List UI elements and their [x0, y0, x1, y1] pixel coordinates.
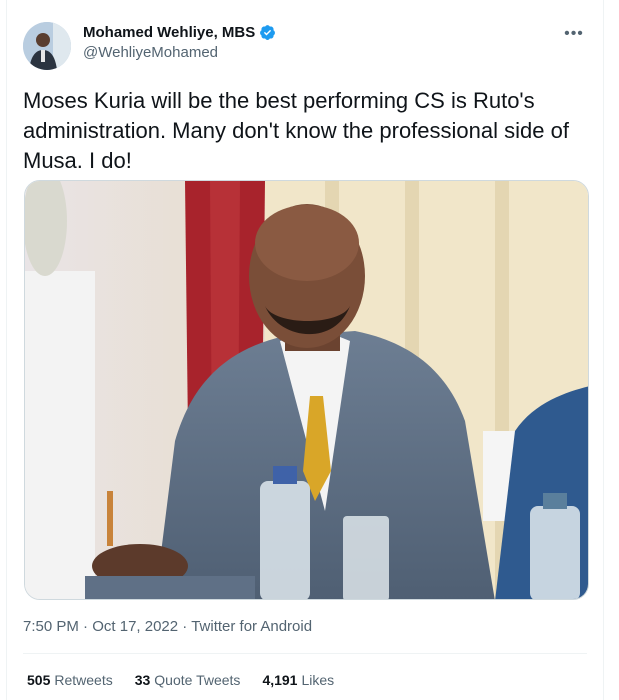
- meta-separator: ·: [78, 618, 93, 635]
- tweet-stats: 505 Retweets 33 Quote Tweets 4,191 Likes: [27, 672, 334, 688]
- author-display-name-row[interactable]: Mohamed Wehliye, MBS: [83, 24, 276, 41]
- tweet-date[interactable]: Oct 17, 2022: [92, 618, 178, 635]
- quote-tweets-label: Quote Tweets: [154, 672, 241, 688]
- retweets-count: 505: [27, 672, 51, 688]
- verified-badge-icon: [259, 24, 276, 41]
- tweet-source[interactable]: Twitter for Android: [191, 618, 312, 635]
- tweet-photo[interactable]: [24, 180, 589, 600]
- tweet-time[interactable]: 7:50 PM: [23, 618, 79, 635]
- author-names: Mohamed Wehliye, MBS @WehliyeMohamed: [83, 24, 276, 61]
- tweet-meta: 7:50 PM · Oct 17, 2022 · Twitter for And…: [23, 618, 312, 635]
- meta-separator: ·: [178, 618, 192, 635]
- quote-tweets-stat[interactable]: 33 Quote Tweets: [135, 672, 241, 688]
- likes-count: 4,191: [262, 672, 298, 688]
- retweets-stat[interactable]: 505 Retweets: [27, 672, 113, 688]
- more-horizontal-icon[interactable]: •••: [561, 26, 587, 46]
- divider: [23, 653, 587, 654]
- author-avatar[interactable]: [23, 22, 71, 70]
- likes-stat[interactable]: 4,191 Likes: [262, 672, 334, 688]
- tweet-card: Mohamed Wehliye, MBS @WehliyeMohamed •••…: [6, 0, 604, 700]
- author-display-name[interactable]: Mohamed Wehliye, MBS: [83, 24, 255, 41]
- quote-tweets-count: 33: [134, 672, 151, 688]
- tweet-text: Moses Kuria will be the best performing …: [23, 88, 569, 173]
- author-handle[interactable]: @WehliyeMohamed: [83, 44, 276, 61]
- tweet-header: Mohamed Wehliye, MBS @WehliyeMohamed •••: [23, 18, 587, 70]
- retweets-label: Retweets: [54, 672, 113, 688]
- likes-label: Likes: [301, 672, 335, 688]
